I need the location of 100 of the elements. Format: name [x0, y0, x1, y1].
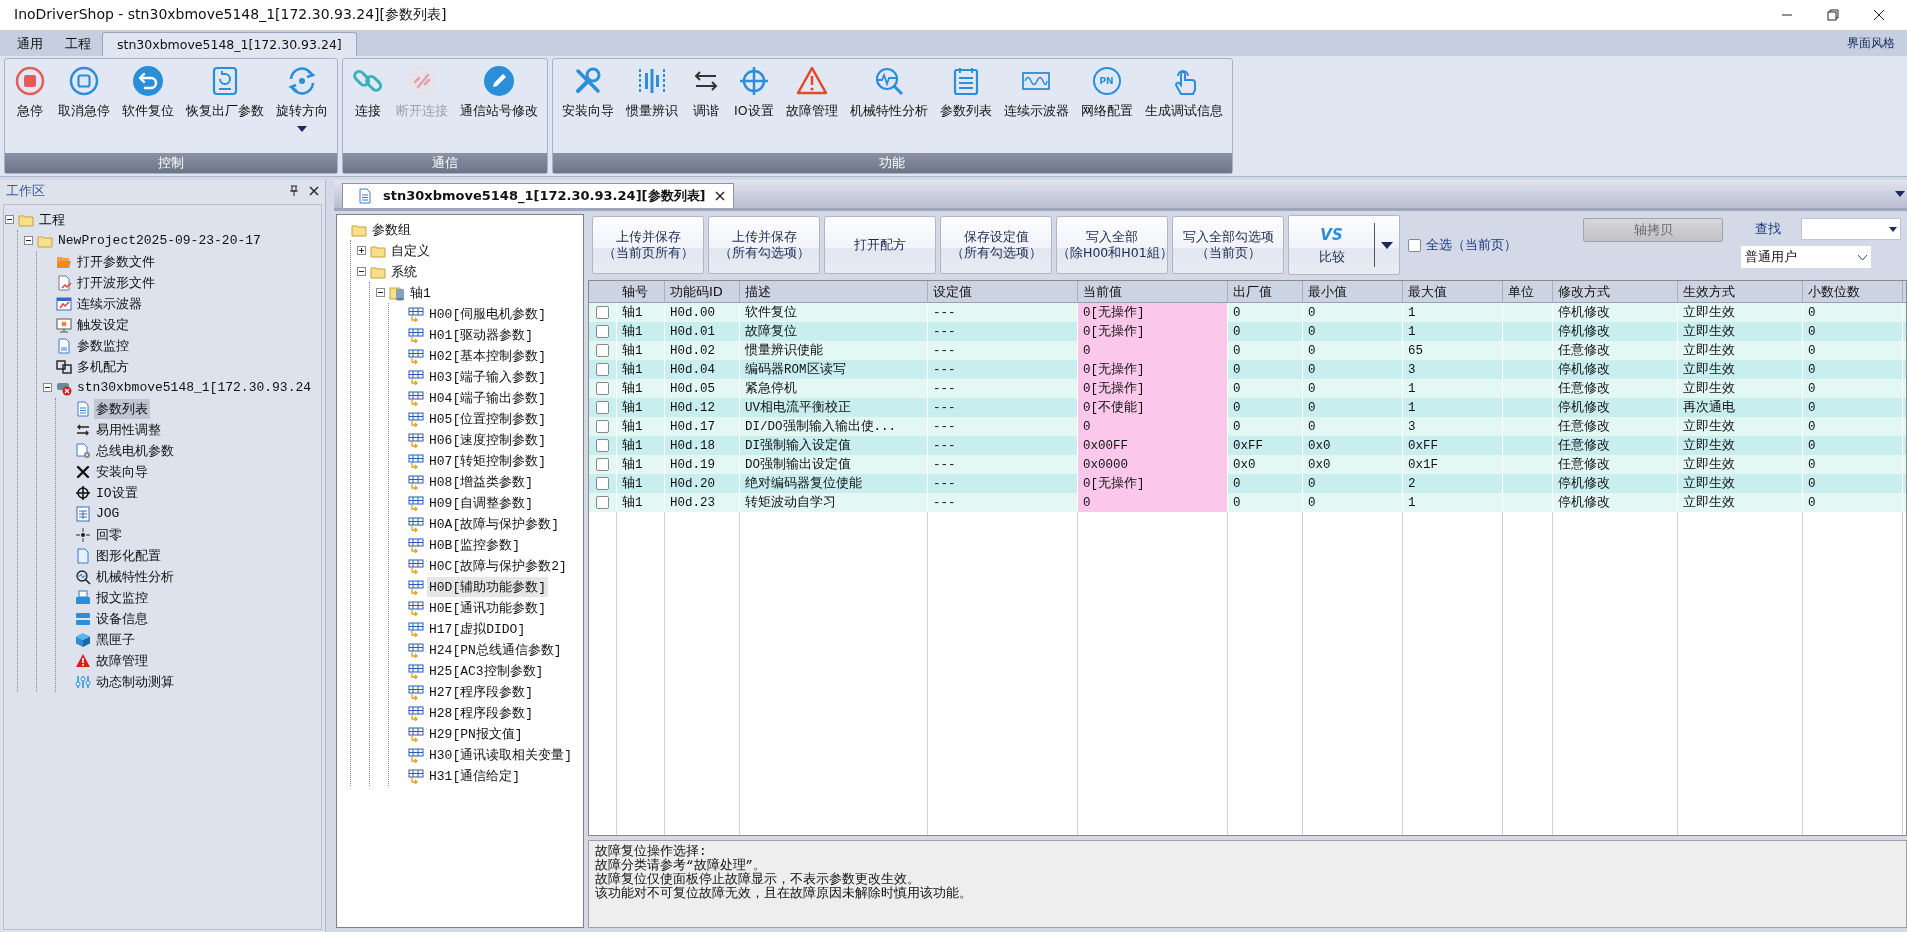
action-button[interactable]: 写入全部勾选项 （当前页）: [1172, 216, 1284, 274]
row-checkbox[interactable]: [596, 382, 609, 395]
document-tab[interactable]: stn30xbmove5148_1[172.30.93.24][参数列表]: [342, 183, 735, 208]
tree-item[interactable]: H00[伺服电机参数]: [427, 303, 548, 324]
action-button[interactable]: 写入全部 （除H00和H01組）: [1056, 216, 1168, 274]
column-header[interactable]: 生效方式: [1678, 281, 1803, 302]
toolbar-button[interactable]: 惯量辨识: [621, 63, 683, 122]
toolbar-button[interactable]: IO设置: [729, 63, 779, 122]
table-row[interactable]: 轴1 H0d.18 DI强制输入设定值 --- 0x00FF 0xFF 0x0 0xFF 任意修改 立即生效 0: [589, 436, 1906, 455]
tree-item[interactable]: 故障管理: [94, 650, 150, 671]
column-header[interactable]: 设定值: [928, 281, 1078, 302]
compare-button[interactable]: VS 比较: [1288, 215, 1400, 275]
toolbar-button[interactable]: 参数列表: [934, 63, 997, 122]
toolbar-button[interactable]: 机械特性分析: [844, 63, 933, 122]
tree-item[interactable]: 参数组: [370, 219, 413, 240]
toolbar-button[interactable]: 连接: [347, 63, 389, 122]
toolbar-button[interactable]: 通信站号修改: [455, 63, 543, 122]
tree-item[interactable]: 多机配方: [75, 356, 131, 377]
close-icon[interactable]: [1873, 9, 1885, 21]
tree-item[interactable]: 黑匣子: [94, 629, 137, 650]
toolbar-button[interactable]: 恢复出厂参数: [181, 63, 269, 122]
tree-item[interactable]: 参数监控: [75, 335, 131, 356]
toolbar-button[interactable]: 取消急停: [53, 63, 115, 122]
column-header[interactable]: 单位: [1503, 281, 1553, 302]
tree-item[interactable]: H27[程序段参数]: [427, 681, 535, 702]
tree-item[interactable]: H0B[监控参数]: [427, 534, 522, 555]
table-row[interactable]: 轴1 H0d.17 DI/DO强制输入输出使... --- 0 0 0 3 任意修改 立即生效 0: [589, 417, 1906, 436]
dropdown-icon[interactable]: [1889, 226, 1897, 232]
column-header[interactable]: 当前值: [1078, 281, 1228, 302]
toolbar-button[interactable]: 软件复位: [117, 63, 179, 122]
toolbar-button[interactable]: 故障管理: [780, 63, 843, 122]
table-row[interactable]: 轴1 H0d.12 UV相电流平衡校正 --- 0[不使能] 0 0 1 停机修改 再次通电 0: [589, 398, 1906, 417]
search-field[interactable]: [1801, 218, 1901, 240]
toolbar-button[interactable]: 急停: [9, 63, 51, 122]
row-checkbox[interactable]: [596, 401, 609, 414]
table-row[interactable]: 轴1 H0d.20 绝对编码器复位使能 --- 0[无操作] 0 0 2 停机修改 立即生效 0: [589, 474, 1906, 493]
column-header[interactable]: 小数位数: [1803, 281, 1903, 302]
close-icon[interactable]: [309, 186, 319, 196]
column-header[interactable]: 描述: [740, 281, 928, 302]
table-row[interactable]: 轴1 H0d.04 编码器ROM区读写 --- 0[无操作] 0 0 3 停机修改 立即生效 0: [589, 360, 1906, 379]
tree-item[interactable]: H07[转矩控制参数]: [427, 450, 548, 471]
pin-icon[interactable]: [289, 185, 299, 197]
tree-item[interactable]: H02[基本控制参数]: [427, 345, 548, 366]
expand-icon[interactable]: [357, 246, 366, 255]
tree-item[interactable]: 回零: [94, 524, 124, 545]
table-row[interactable]: 轴1 H0d.23 转矩波动自学习 --- 0 0 0 1 停机修改 立即生效 0: [589, 493, 1906, 512]
tree-item[interactable]: 打开参数文件: [75, 251, 157, 272]
tree-item[interactable]: H09[自调整参数]: [427, 492, 535, 513]
tree-item[interactable]: 报文监控: [94, 587, 150, 608]
tree-item[interactable]: H0A[故障与保护参数]: [427, 513, 561, 534]
action-button[interactable]: 保存设定值 （所有勾选项）: [940, 216, 1052, 274]
dropdown-icon[interactable]: [1895, 191, 1905, 197]
column-header[interactable]: 功能码ID: [665, 281, 740, 302]
collapse-icon[interactable]: [24, 236, 33, 245]
row-checkbox[interactable]: [596, 306, 609, 319]
tree-item[interactable]: 触发设定: [75, 314, 131, 335]
menu-tab[interactable]: 工程: [54, 32, 102, 56]
column-header[interactable]: 最小值: [1303, 281, 1403, 302]
row-checkbox[interactable]: [596, 496, 609, 509]
row-checkbox[interactable]: [596, 344, 609, 357]
tree-item[interactable]: 系统: [389, 261, 419, 282]
row-checkbox[interactable]: [596, 477, 609, 490]
tree-item[interactable]: H29[PN报文值]: [427, 723, 525, 744]
tree-item[interactable]: H30[通讯读取相关变量]: [427, 744, 574, 765]
column-header[interactable]: 出厂值: [1228, 281, 1303, 302]
tree-item[interactable]: 图形化配置: [94, 545, 163, 566]
tree-item[interactable]: H03[端子输入参数]: [427, 366, 548, 387]
toolbar-button[interactable]: 调谐: [685, 63, 727, 122]
table-row[interactable]: 轴1 H0d.02 惯量辨识使能 --- 0 0 0 65 任意修改 立即生效 0: [589, 341, 1906, 360]
row-checkbox[interactable]: [596, 458, 609, 471]
tree-item[interactable]: IO设置: [94, 482, 140, 503]
tree-item[interactable]: H25[AC3控制参数]: [427, 660, 546, 681]
row-checkbox[interactable]: [596, 420, 609, 433]
tree-item[interactable]: JOG: [94, 505, 122, 522]
table-row[interactable]: 轴1 H0d.19 DO强制输出设定值 --- 0x0000 0x0 0x0 0x1F 任意修改 立即生效 0: [589, 455, 1906, 474]
close-icon[interactable]: [715, 191, 726, 201]
collapse-icon[interactable]: [376, 288, 385, 297]
tree-item[interactable]: H01[驱动器参数]: [427, 324, 535, 345]
user-level-dropdown[interactable]: 普通用户: [1741, 246, 1871, 268]
row-checkbox[interactable]: [596, 439, 609, 452]
tree-item[interactable]: 自定义: [389, 240, 432, 261]
tree-item[interactable]: 易用性调整: [94, 419, 163, 440]
row-checkbox[interactable]: [596, 325, 609, 338]
tree-item[interactable]: H0D[辅助功能参数]: [427, 576, 548, 597]
tree-item[interactable]: 轴1: [408, 282, 433, 303]
theme-menu[interactable]: 界面风格: [1847, 34, 1907, 52]
tree-item[interactable]: H0E[通讯功能参数]: [427, 597, 548, 618]
collapse-icon[interactable]: [5, 215, 14, 224]
tree-item[interactable]: 参数列表: [94, 398, 150, 419]
tree-item[interactable]: stn30xbmove5148_1[172.30.93.24: [75, 379, 314, 396]
table-row[interactable]: 轴1 H0d.00 软件复位 --- 0[无操作] 0 0 1 停机修改 立即生效 0: [589, 303, 1906, 322]
tree-item[interactable]: NewProject2025-09-23-20-17: [56, 232, 263, 249]
tree-item[interactable]: 安装向导: [94, 461, 150, 482]
tree-item[interactable]: H28[程序段参数]: [427, 702, 535, 723]
action-button[interactable]: 打开配方: [824, 216, 936, 274]
tree-item[interactable]: 设备信息: [94, 608, 150, 629]
column-header[interactable]: 修改方式: [1553, 281, 1678, 302]
tree-item[interactable]: 动态制动测算: [94, 671, 176, 692]
tree-item[interactable]: H31[通信给定]: [427, 765, 522, 786]
collapse-icon[interactable]: [357, 267, 366, 276]
